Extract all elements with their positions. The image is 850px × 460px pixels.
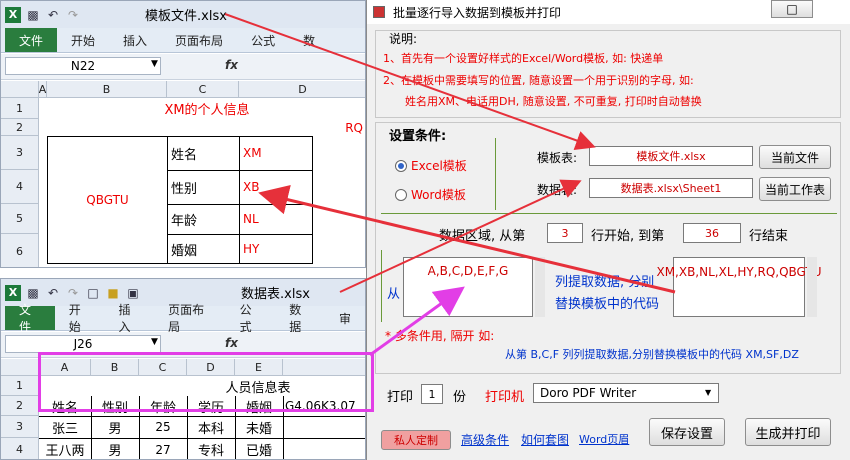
- arrow-template-file: [224, 13, 596, 150]
- arrow-data-sheet: [339, 179, 582, 293]
- arrow-codes: [258, 184, 676, 294]
- arrow-columns: [369, 286, 465, 357]
- annotation-arrows: [224, 13, 676, 357]
